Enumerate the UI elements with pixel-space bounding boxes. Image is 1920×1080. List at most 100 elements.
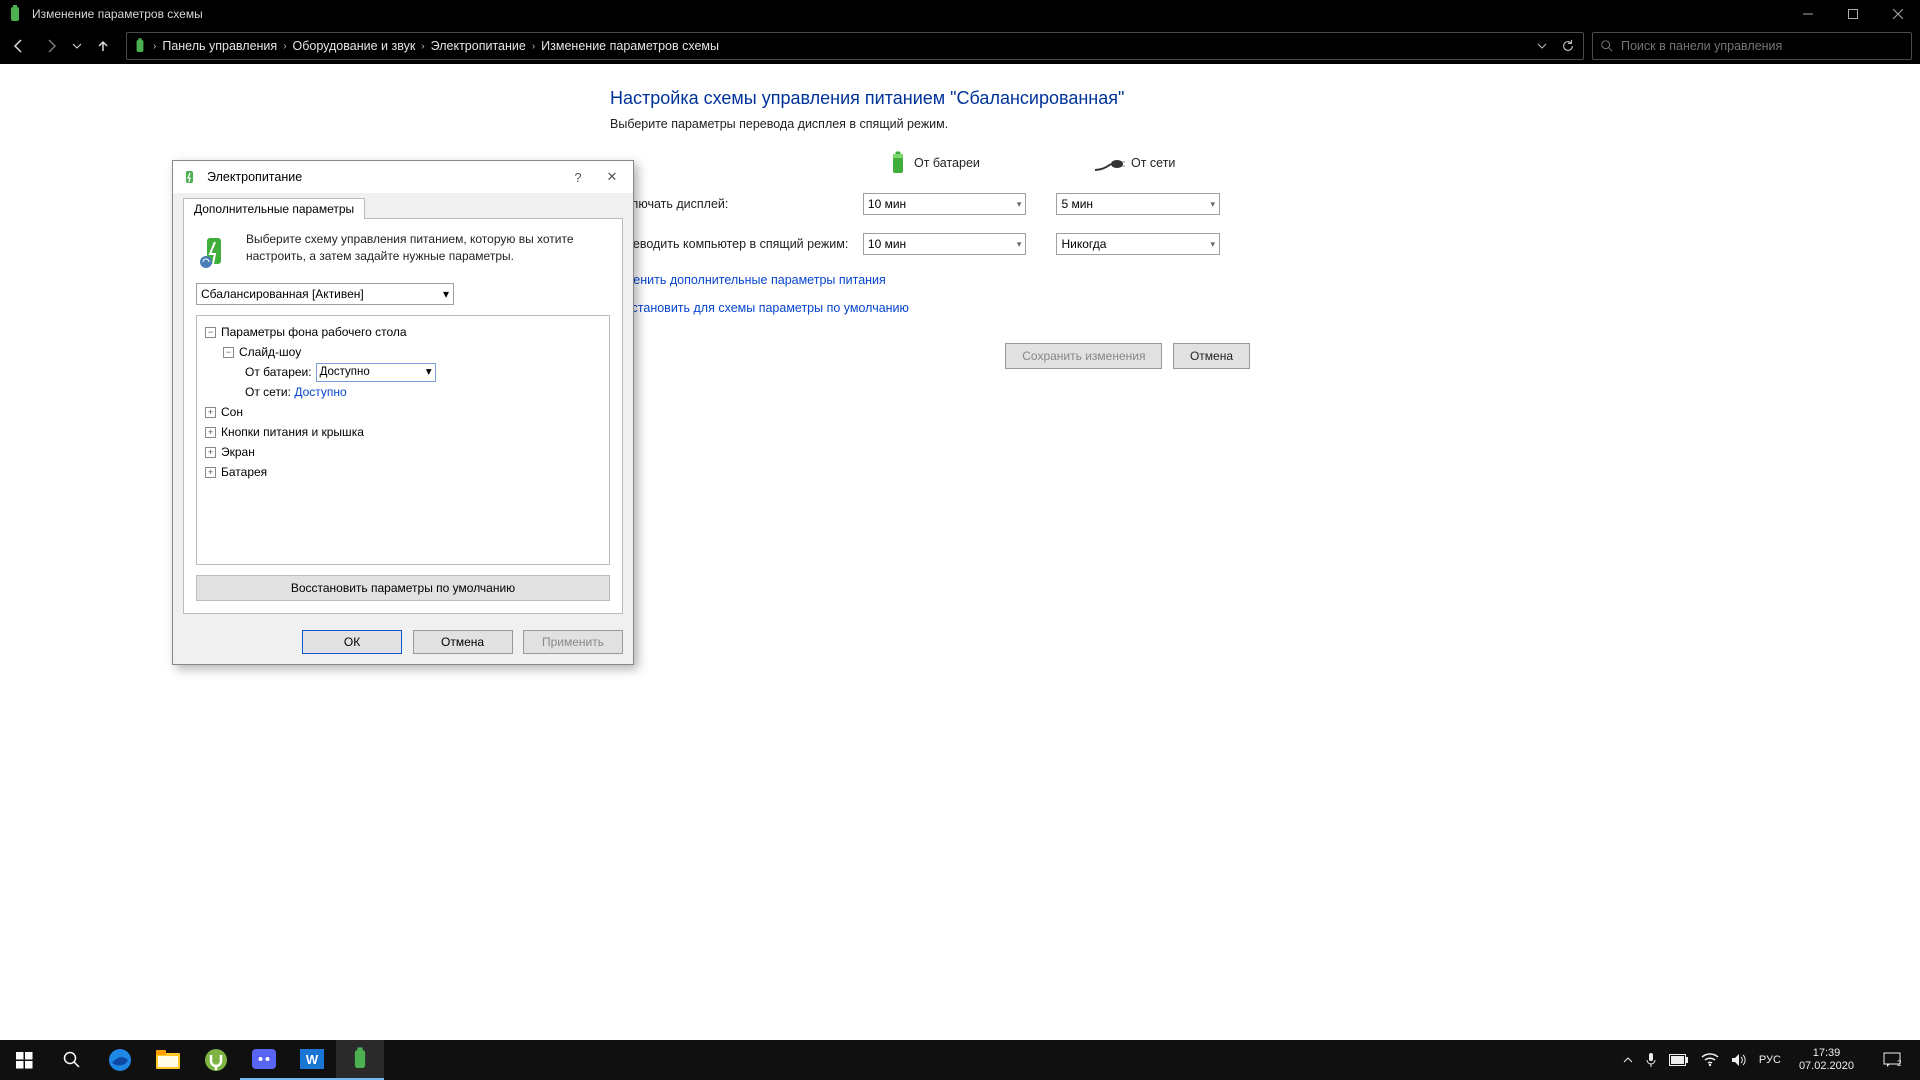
column-header-plugged-label: От сети (1131, 156, 1175, 170)
select-sleep-plugged[interactable]: Никогда▾ (1056, 233, 1220, 255)
language-indicator[interactable]: РУС (1759, 1054, 1781, 1066)
select-sleep-battery[interactable]: 10 мин▾ (863, 233, 1027, 255)
start-button[interactable] (0, 1040, 48, 1080)
column-header-plugged: От сети (1095, 156, 1250, 170)
tree-item-desktop-background[interactable]: − Параметры фона рабочего стола (201, 322, 605, 342)
taskbar-app-word[interactable]: W (288, 1040, 336, 1080)
chevron-down-icon: ▾ (426, 362, 432, 382)
chevron-down-icon: ▾ (443, 287, 449, 301)
minimize-button[interactable] (1785, 0, 1830, 28)
expand-icon[interactable]: + (205, 427, 216, 438)
save-button[interactable]: Сохранить изменения (1005, 343, 1162, 369)
dialog-title: Электропитание (207, 170, 561, 184)
expand-icon[interactable]: + (205, 447, 216, 458)
taskbar-app-power-options[interactable] (336, 1040, 384, 1080)
taskbar-app-edge[interactable] (96, 1040, 144, 1080)
tree-item-buttons-lid[interactable]: + Кнопки питания и крышка (201, 422, 605, 442)
address-dropdown-button[interactable] (1529, 41, 1555, 51)
svg-text:2: 2 (1897, 1059, 1901, 1068)
chevron-right-icon[interactable]: › (281, 41, 288, 52)
column-header-battery: От батареи (890, 151, 1045, 175)
battery-tray-icon[interactable] (1669, 1054, 1689, 1066)
breadcrumb-item[interactable]: Изменение параметров схемы (537, 39, 723, 53)
link-restore-defaults[interactable]: Восстановить для схемы параметры по умол… (610, 301, 1250, 315)
tree-item-sleep[interactable]: + Сон (201, 402, 605, 422)
cancel-button[interactable]: Отмена (413, 630, 513, 654)
label-sleep: Переводить компьютер в спящий режим: (610, 237, 863, 251)
chevron-right-icon[interactable]: › (530, 41, 537, 52)
plug-icon (1095, 156, 1123, 170)
collapse-icon[interactable]: − (223, 347, 234, 358)
page-subtitle: Выберите параметры перевода дисплея в сп… (610, 117, 1250, 131)
maximize-button[interactable] (1830, 0, 1875, 28)
taskbar-app-utorrent[interactable] (192, 1040, 240, 1080)
tree-setting-on-battery[interactable]: От батареи: Доступно ▾ (201, 362, 605, 382)
expand-icon[interactable]: + (205, 407, 216, 418)
back-button[interactable] (4, 31, 34, 61)
breadcrumb-item[interactable]: Панель управления (158, 39, 281, 53)
taskbar-app-explorer[interactable] (144, 1040, 192, 1080)
clock[interactable]: 17:39 07.02.2020 (1793, 1047, 1860, 1073)
help-button[interactable]: ? (561, 170, 595, 185)
power-options-icon (181, 168, 199, 186)
tray-overflow-button[interactable] (1623, 1055, 1633, 1065)
chevron-down-icon: ▾ (1210, 199, 1215, 210)
dialog-description: Выберите схему управления питанием, кото… (246, 231, 610, 271)
battery-icon (890, 151, 906, 175)
close-button[interactable] (1875, 0, 1920, 28)
close-button[interactable]: ✕ (595, 169, 629, 185)
wifi-tray-icon[interactable] (1701, 1053, 1719, 1067)
microphone-icon[interactable] (1645, 1052, 1657, 1068)
explorer-toolbar: › Панель управления › Оборудование и зву… (0, 28, 1920, 64)
svg-text:W: W (306, 1052, 319, 1067)
breadcrumb-item[interactable]: Электропитание (427, 39, 530, 53)
power-options-dialog: Электропитание ? ✕ Дополнительные параме… (172, 160, 634, 665)
action-center-button[interactable]: 2 (1872, 1052, 1912, 1068)
cancel-button[interactable]: Отмена (1173, 343, 1250, 369)
search-icon (1593, 39, 1621, 53)
chevron-down-icon: ▾ (1017, 199, 1022, 210)
dialog-titlebar[interactable]: Электропитание ? ✕ (173, 161, 633, 193)
forward-button[interactable] (36, 31, 66, 61)
ok-button[interactable]: ОК (302, 630, 402, 654)
settings-tree[interactable]: − Параметры фона рабочего стола − Слайд-… (196, 315, 610, 565)
select-display-battery[interactable]: 10 мин▾ (863, 193, 1027, 215)
refresh-button[interactable] (1555, 39, 1581, 53)
search-box[interactable] (1592, 32, 1912, 60)
column-header-battery-label: От батареи (914, 156, 980, 170)
power-plan-icon (196, 231, 236, 271)
taskbar: W РУС 17:39 07.02.2020 2 (0, 1040, 1920, 1080)
window-titlebar: Изменение параметров схемы (0, 0, 1920, 28)
window-title: Изменение параметров схемы (30, 7, 1785, 21)
page-title: Настройка схемы управления питанием "Сба… (610, 88, 1250, 109)
select-power-plan[interactable]: Сбалансированная [Активен] ▾ (196, 283, 454, 305)
select-display-plugged[interactable]: 5 мин▾ (1056, 193, 1220, 215)
collapse-icon[interactable]: − (205, 327, 216, 338)
tab-advanced[interactable]: Дополнительные параметры (183, 198, 365, 219)
tree-setting-on-ac[interactable]: От сети: Доступно (201, 382, 605, 402)
power-options-icon (6, 5, 24, 23)
search-input[interactable] (1621, 39, 1911, 53)
expand-icon[interactable]: + (205, 467, 216, 478)
chevron-right-icon[interactable]: › (419, 41, 426, 52)
label-turn-off-display: Отключать дисплей: (610, 197, 863, 211)
power-options-icon (129, 38, 151, 54)
recent-locations-button[interactable] (68, 31, 86, 61)
tree-item-display[interactable]: + Экран (201, 442, 605, 462)
chevron-right-icon[interactable]: › (151, 41, 158, 52)
select-slideshow-battery[interactable]: Доступно ▾ (316, 363, 436, 382)
volume-tray-icon[interactable] (1731, 1053, 1747, 1067)
address-bar[interactable]: › Панель управления › Оборудование и зву… (126, 32, 1584, 60)
value-slideshow-ac[interactable]: Доступно (294, 382, 346, 402)
link-change-advanced[interactable]: Изменить дополнительные параметры питани… (610, 273, 1250, 287)
restore-defaults-button[interactable]: Восстановить параметры по умолчанию (196, 575, 610, 601)
tree-item-slideshow[interactable]: − Слайд-шоу (201, 342, 605, 362)
up-button[interactable] (88, 31, 118, 61)
tree-item-battery[interactable]: + Батарея (201, 462, 605, 482)
search-button[interactable] (48, 1040, 96, 1080)
breadcrumb-item[interactable]: Оборудование и звук (289, 39, 420, 53)
clock-date: 07.02.2020 (1799, 1060, 1854, 1073)
taskbar-app-discord[interactable] (240, 1040, 288, 1080)
chevron-down-icon: ▾ (1017, 239, 1022, 250)
apply-button[interactable]: Применить (523, 630, 623, 654)
